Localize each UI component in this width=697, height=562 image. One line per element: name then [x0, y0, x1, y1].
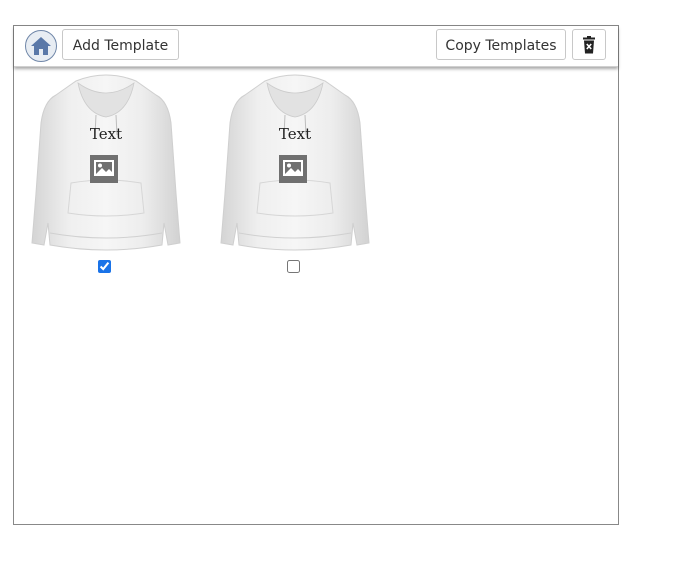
add-template-button[interactable]: Add Template	[62, 29, 179, 60]
template-select-checkbox[interactable]	[287, 260, 300, 273]
home-icon	[31, 37, 51, 55]
template-text: Text	[278, 125, 312, 143]
image-placeholder-icon	[90, 155, 118, 183]
home-button[interactable]	[25, 30, 57, 62]
template-text: Text	[89, 125, 123, 143]
template-tile[interactable]: Text	[205, 73, 385, 273]
image-placeholder-icon	[279, 155, 307, 183]
copy-templates-button[interactable]: Copy Templates	[436, 29, 566, 60]
trash-icon	[583, 36, 595, 54]
toolbar: Add Template Copy Templates	[14, 26, 618, 67]
template-select-checkbox[interactable]	[98, 260, 111, 273]
delete-button[interactable]	[572, 29, 606, 60]
template-tile[interactable]: Text	[16, 73, 196, 273]
template-panel: Add Template Copy Templates Text Text	[13, 25, 619, 525]
